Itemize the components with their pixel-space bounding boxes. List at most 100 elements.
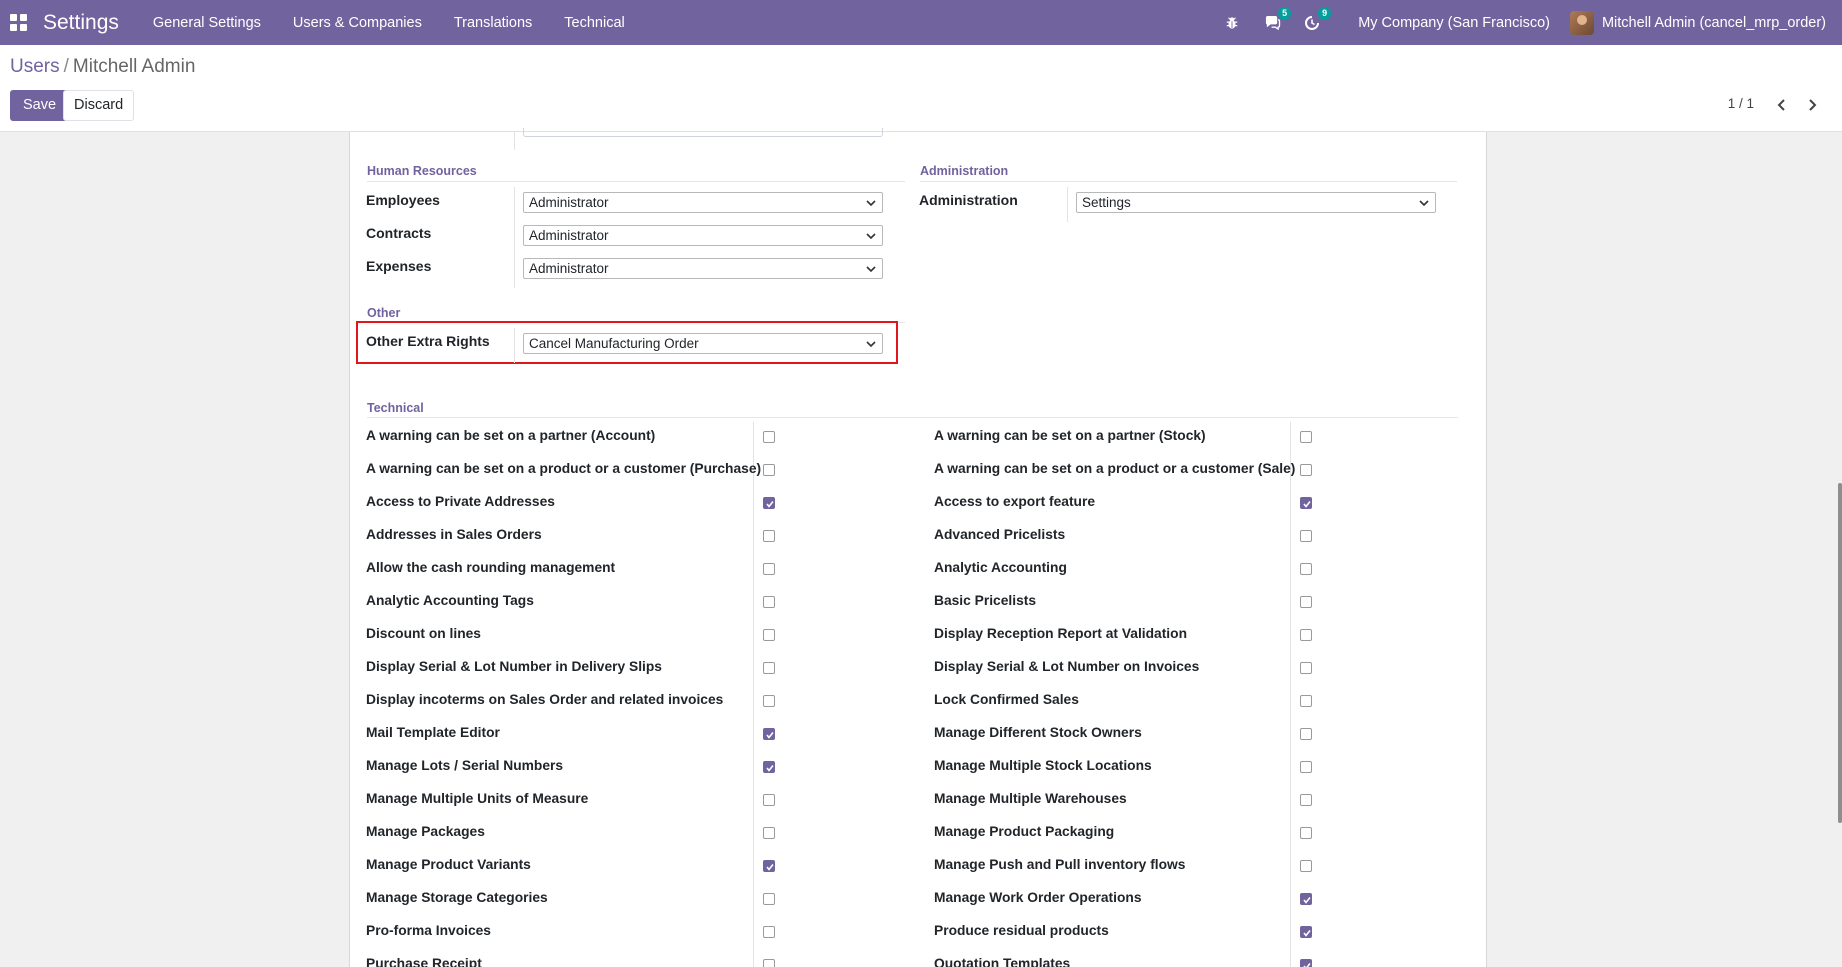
technical-left-checkbox[interactable] xyxy=(763,629,775,641)
breadcrumb-current: Mitchell Admin xyxy=(72,56,196,77)
chevron-down-icon xyxy=(866,200,876,207)
chevron-down-icon xyxy=(866,341,876,348)
technical-right-label: Manage Push and Pull inventory flows xyxy=(934,857,1186,872)
technical-right-checkbox[interactable] xyxy=(1300,431,1312,443)
technical-right-checkbox[interactable] xyxy=(1300,926,1312,938)
other-extra-rights-select[interactable]: Cancel Manufacturing Order xyxy=(523,333,883,354)
chevron-down-icon xyxy=(866,266,876,273)
technical-left-checkbox[interactable] xyxy=(763,827,775,839)
technical-right-label: Display Reception Report at Validation xyxy=(934,626,1187,641)
technical-right-checkbox[interactable] xyxy=(1300,464,1312,476)
technical-left-checkbox[interactable] xyxy=(763,431,775,443)
technical-right-checkbox[interactable] xyxy=(1300,794,1312,806)
user-name: Mitchell Admin (cancel_mrp_order) xyxy=(1601,14,1826,31)
technical-right-checkbox[interactable] xyxy=(1300,662,1312,674)
technical-right-checkbox[interactable] xyxy=(1300,728,1312,740)
breadcrumb-separator: / xyxy=(63,56,69,77)
contracts-select[interactable]: Administrator xyxy=(523,225,883,246)
apps-menu-icon[interactable] xyxy=(10,13,28,32)
expenses-select[interactable]: Administrator xyxy=(523,258,883,279)
technical-left-label: Purchase Receipt xyxy=(366,956,482,967)
menu-technical[interactable]: Technical xyxy=(548,15,640,31)
breadcrumb: Users / Mitchell Admin xyxy=(10,56,195,78)
chevron-right-icon[interactable] xyxy=(1802,95,1822,115)
technical-left-checkbox[interactable] xyxy=(763,860,775,872)
divider xyxy=(1290,422,1291,967)
divider xyxy=(514,187,515,222)
divider xyxy=(753,422,754,967)
chevron-down-icon xyxy=(1419,200,1429,207)
pager-value[interactable]: 1 / 1 xyxy=(1728,96,1754,111)
messages-badge: 5 xyxy=(1278,6,1292,20)
technical-left-label: Pro-forma Invoices xyxy=(366,923,491,938)
menu-users-companies[interactable]: Users & Companies xyxy=(277,15,438,31)
scrollbar[interactable] xyxy=(1838,483,1842,823)
field-label-expenses: Expenses xyxy=(366,258,432,274)
user-menu[interactable]: Mitchell Admin (cancel_mrp_order) xyxy=(1569,10,1826,35)
technical-left-checkbox[interactable] xyxy=(763,464,775,476)
technical-right-checkbox[interactable] xyxy=(1300,497,1312,509)
field-label-other-extra-rights: Other Extra Rights xyxy=(366,333,490,349)
partial-select-field[interactable] xyxy=(523,128,883,137)
app-title[interactable]: Settings xyxy=(43,11,119,35)
technical-left-checkbox[interactable] xyxy=(763,761,775,773)
messages-icon[interactable]: 5 xyxy=(1261,6,1292,34)
group-title-administration: Administration xyxy=(920,164,1009,178)
checkmark-icon xyxy=(1303,501,1311,508)
technical-left-checkbox[interactable] xyxy=(763,596,775,608)
company-switcher[interactable]: My Company (San Francisco) xyxy=(1358,15,1550,31)
technical-right-checkbox[interactable] xyxy=(1300,629,1312,641)
technical-left-label: Manage Multiple Units of Measure xyxy=(366,791,589,806)
chevron-down-icon xyxy=(866,233,876,240)
technical-right-checkbox[interactable] xyxy=(1300,827,1312,839)
bug-icon[interactable] xyxy=(1221,12,1243,34)
technical-left-checkbox[interactable] xyxy=(763,893,775,905)
technical-left-checkbox[interactable] xyxy=(763,794,775,806)
technical-right-checkbox[interactable] xyxy=(1300,596,1312,608)
technical-right-checkbox[interactable] xyxy=(1300,530,1312,542)
menu-translations[interactable]: Translations xyxy=(438,15,548,31)
technical-left-label: Display Serial & Lot Number in Delivery … xyxy=(366,659,662,674)
technical-right-checkbox[interactable] xyxy=(1300,695,1312,707)
employees-select[interactable]: Administrator xyxy=(523,192,883,213)
technical-right-checkbox[interactable] xyxy=(1300,860,1312,872)
administration-select[interactable]: Settings xyxy=(1076,192,1436,213)
technical-right-checkbox[interactable] xyxy=(1300,761,1312,773)
technical-left-checkbox[interactable] xyxy=(763,497,775,509)
technical-right-label: Produce residual products xyxy=(934,923,1109,938)
other-extra-rights-value: Cancel Manufacturing Order xyxy=(529,336,699,351)
contracts-value: Administrator xyxy=(529,228,609,243)
field-label-contracts: Contracts xyxy=(366,225,432,241)
control-panel: Users / Mitchell Admin Save Discard 1 / 1 xyxy=(0,45,1842,132)
technical-left-label: Discount on lines xyxy=(366,626,481,641)
breadcrumb-users-link[interactable]: Users xyxy=(10,56,60,77)
checkmark-icon xyxy=(1303,963,1311,967)
technical-left-checkbox[interactable] xyxy=(763,530,775,542)
technical-left-label: Manage Packages xyxy=(366,824,485,839)
form-sheet: Human Resources Employees Administrator … xyxy=(349,128,1487,967)
technical-left-checkbox[interactable] xyxy=(763,695,775,707)
technical-right-checkbox[interactable] xyxy=(1300,563,1312,575)
technical-left-checkbox[interactable] xyxy=(763,959,775,967)
technical-right-label: Manage Product Packaging xyxy=(934,824,1115,839)
technical-left-checkbox[interactable] xyxy=(763,662,775,674)
technical-right-checkbox[interactable] xyxy=(1300,893,1312,905)
technical-left-checkbox[interactable] xyxy=(763,563,775,575)
technical-right-checkbox[interactable] xyxy=(1300,959,1312,967)
navbar-systray: 5 9 My Company (San Francisco) Mitchell … xyxy=(1212,0,1842,45)
technical-left-label: Manage Storage Categories xyxy=(366,890,548,905)
save-button[interactable]: Save xyxy=(10,90,70,121)
technical-left-label: A warning can be set on a partner (Accou… xyxy=(366,428,656,443)
technical-right-label: Lock Confirmed Sales xyxy=(934,692,1079,707)
menu-general-settings[interactable]: General Settings xyxy=(137,15,277,31)
divider xyxy=(514,328,515,363)
activities-clock-icon[interactable]: 9 xyxy=(1301,6,1332,34)
technical-right-label: Display Serial & Lot Number on Invoices xyxy=(934,659,1200,674)
chevron-left-icon[interactable] xyxy=(1772,95,1792,115)
technical-left-checkbox[interactable] xyxy=(763,926,775,938)
discard-button[interactable]: Discard xyxy=(63,90,135,121)
technical-right-label: A warning can be set on a partner (Stock… xyxy=(934,428,1206,443)
technical-left-checkbox[interactable] xyxy=(763,728,775,740)
technical-right-label: Quotation Templates xyxy=(934,956,1071,967)
employees-value: Administrator xyxy=(529,195,609,210)
